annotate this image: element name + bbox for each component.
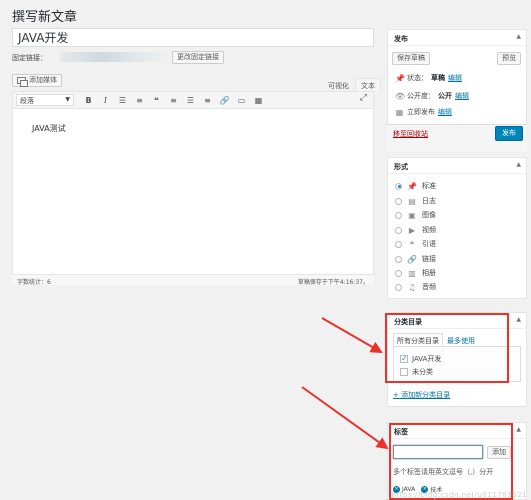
watermark: https://blog.csdn.net/u011781521 — [391, 491, 527, 499]
arrow-to-categories — [321, 317, 383, 353]
annotation-arrows — [301, 317, 389, 450]
arrow-to-tags — [301, 386, 389, 450]
